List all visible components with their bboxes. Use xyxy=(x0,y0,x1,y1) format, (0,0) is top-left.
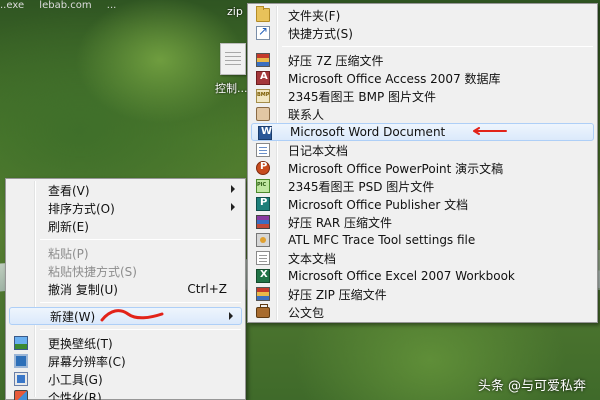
menu-item-label: 个性化(R) xyxy=(48,390,102,400)
menu-item-label: 粘贴快捷方式(S) xyxy=(48,264,137,279)
personalize-icon xyxy=(14,390,28,400)
submenu-item-bmp-image[interactable]: 2345看图王 BMP 图片文件 xyxy=(250,87,595,105)
menu-item-label: 查看(V) xyxy=(48,183,90,198)
submenu-item-zip-archive[interactable]: 好压 ZIP 压缩文件 xyxy=(250,285,595,303)
menu-item-label: 撤消 复制(U) xyxy=(48,282,118,297)
menu-item-new[interactable]: 新建(W) xyxy=(9,307,242,325)
submenu-item-publisher[interactable]: Microsoft Office Publisher 文档 xyxy=(250,195,595,213)
menu-item-label: 好压 ZIP 压缩文件 xyxy=(288,287,387,302)
menu-item-gadgets[interactable]: 小工具(G) xyxy=(8,370,243,388)
desktop-icon-label[interactable]: lebab.com xyxy=(39,0,91,10)
submenu-item-text-document[interactable]: 文本文档 xyxy=(250,249,595,267)
menu-separator xyxy=(282,46,593,47)
menu-item-label: 屏幕分辨率(C) xyxy=(48,354,126,369)
menu-item-sort-by[interactable]: 排序方式(O) xyxy=(8,199,243,217)
menu-item-label: 2345看图王 BMP 图片文件 xyxy=(288,89,436,104)
desktop-context-menu: 查看(V) 排序方式(O) 刷新(E) 粘贴(P) 粘贴快捷方式(S) 撤消 复… xyxy=(5,178,246,400)
briefcase-icon xyxy=(256,304,270,318)
submenu-arrow-icon xyxy=(229,312,233,320)
menu-item-change-wallpaper[interactable]: 更换壁纸(T) xyxy=(8,334,243,352)
menu-item-paste: 粘贴(P) xyxy=(8,244,243,262)
submenu-item-briefcase[interactable]: 公文包 xyxy=(250,303,595,321)
menu-item-refresh[interactable]: 刷新(E) xyxy=(8,217,243,235)
journal-icon xyxy=(256,143,270,157)
submenu-item-7z-archive[interactable]: 好压 7Z 压缩文件 xyxy=(250,51,595,69)
submenu-arrow-icon xyxy=(231,203,235,211)
text-document-icon xyxy=(256,251,270,265)
menu-item-label: 公文包 xyxy=(288,305,325,320)
menu-item-label: Microsoft Office Excel 2007 Workbook xyxy=(288,269,515,283)
menu-item-paste-shortcut: 粘贴快捷方式(S) xyxy=(8,262,243,280)
submenu-item-atl-trace-settings[interactable]: ATL MFC Trace Tool settings file xyxy=(250,231,595,249)
menu-item-label: 文本文档 xyxy=(288,251,337,266)
submenu-item-shortcut[interactable]: 快捷方式(S) xyxy=(250,24,595,42)
menu-item-label: 2345看图王 PSD 图片文件 xyxy=(288,179,435,194)
folder-icon xyxy=(256,6,270,22)
menu-item-label: 粘贴(P) xyxy=(48,246,89,261)
contact-icon xyxy=(256,107,270,121)
gadget-icon xyxy=(14,372,28,386)
excel-icon xyxy=(256,269,270,283)
archive-zip-icon xyxy=(256,287,270,301)
menu-item-label: 日记本文档 xyxy=(288,143,349,158)
menu-item-label: Microsoft Office PowerPoint 演示文稿 xyxy=(288,161,504,176)
desktop-icon-label[interactable]: ..exe xyxy=(0,0,24,10)
word-icon xyxy=(258,126,272,140)
menu-shortcut: Ctrl+Z xyxy=(187,282,227,296)
submenu-item-powerpoint[interactable]: Microsoft Office PowerPoint 演示文稿 xyxy=(250,159,595,177)
screen-resolution-icon xyxy=(14,354,28,368)
powerpoint-icon xyxy=(256,161,270,175)
submenu-item-excel-workbook[interactable]: Microsoft Office Excel 2007 Workbook xyxy=(250,267,595,285)
menu-separator xyxy=(40,239,241,240)
submenu-item-folder[interactable]: 文件夹(F) xyxy=(250,6,595,24)
menu-item-label: 刷新(E) xyxy=(48,219,89,234)
menu-item-label: 排序方式(O) xyxy=(48,201,115,216)
menu-separator xyxy=(40,329,241,330)
menu-item-label: ATL MFC Trace Tool settings file xyxy=(288,233,476,247)
menu-item-undo-copy[interactable]: 撤消 复制(U) Ctrl+Z xyxy=(8,280,243,298)
submenu-item-rar-archive[interactable]: 好压 RAR 压缩文件 xyxy=(250,213,595,231)
submenu-item-access-db[interactable]: Microsoft Office Access 2007 数据库 xyxy=(250,69,595,87)
desktop-top-strip: ..exe lebab.com ... xyxy=(0,0,245,10)
new-submenu: 文件夹(F) 快捷方式(S) 好压 7Z 压缩文件 Microsoft Offi… xyxy=(247,3,598,323)
submenu-item-word-document[interactable]: Microsoft Word Document xyxy=(251,123,594,141)
menu-item-view[interactable]: 查看(V) xyxy=(8,181,243,199)
wallpaper-icon xyxy=(14,336,28,350)
shortcut-icon xyxy=(256,24,270,40)
menu-separator xyxy=(40,302,241,303)
menu-item-label: 好压 7Z 压缩文件 xyxy=(288,53,384,68)
desktop-icon-label[interactable]: ... xyxy=(107,0,117,10)
menu-item-label: 小工具(G) xyxy=(48,372,103,387)
archive-rar-icon xyxy=(256,215,270,229)
watermark: 头条 @与可爱私奔 xyxy=(477,379,586,394)
submenu-item-contact[interactable]: 联系人 xyxy=(250,105,595,123)
menu-item-label: 联系人 xyxy=(288,107,325,122)
menu-item-screen-resolution[interactable]: 屏幕分辨率(C) xyxy=(8,352,243,370)
menu-item-label: 更换壁纸(T) xyxy=(48,336,113,351)
psd-image-icon xyxy=(256,179,270,193)
bmp-image-icon xyxy=(256,89,270,103)
menu-item-label: Microsoft Office Publisher 文档 xyxy=(288,197,469,212)
publisher-icon xyxy=(256,197,270,211)
submenu-item-psd-image[interactable]: 2345看图王 PSD 图片文件 xyxy=(250,177,595,195)
menu-item-label: 好压 RAR 压缩文件 xyxy=(288,215,393,230)
menu-item-label: 新建(W) xyxy=(50,309,96,324)
desktop-zip-label[interactable]: zip xyxy=(227,5,243,18)
desktop-file-icon[interactable] xyxy=(220,43,246,75)
menu-item-label: Microsoft Word Document xyxy=(290,125,446,139)
desktop-file-label[interactable]: 控制... xyxy=(215,80,248,96)
submenu-item-journal[interactable]: 日记本文档 xyxy=(250,141,595,159)
settings-file-icon xyxy=(256,233,270,247)
submenu-arrow-icon xyxy=(231,185,235,193)
menu-item-label: 文件夹(F) xyxy=(288,8,341,23)
archive-7z-icon xyxy=(256,53,270,67)
access-icon xyxy=(256,71,270,85)
menu-item-personalize[interactable]: 个性化(R) xyxy=(8,388,243,400)
menu-item-label: 快捷方式(S) xyxy=(288,26,353,41)
menu-item-label: Microsoft Office Access 2007 数据库 xyxy=(288,71,501,86)
